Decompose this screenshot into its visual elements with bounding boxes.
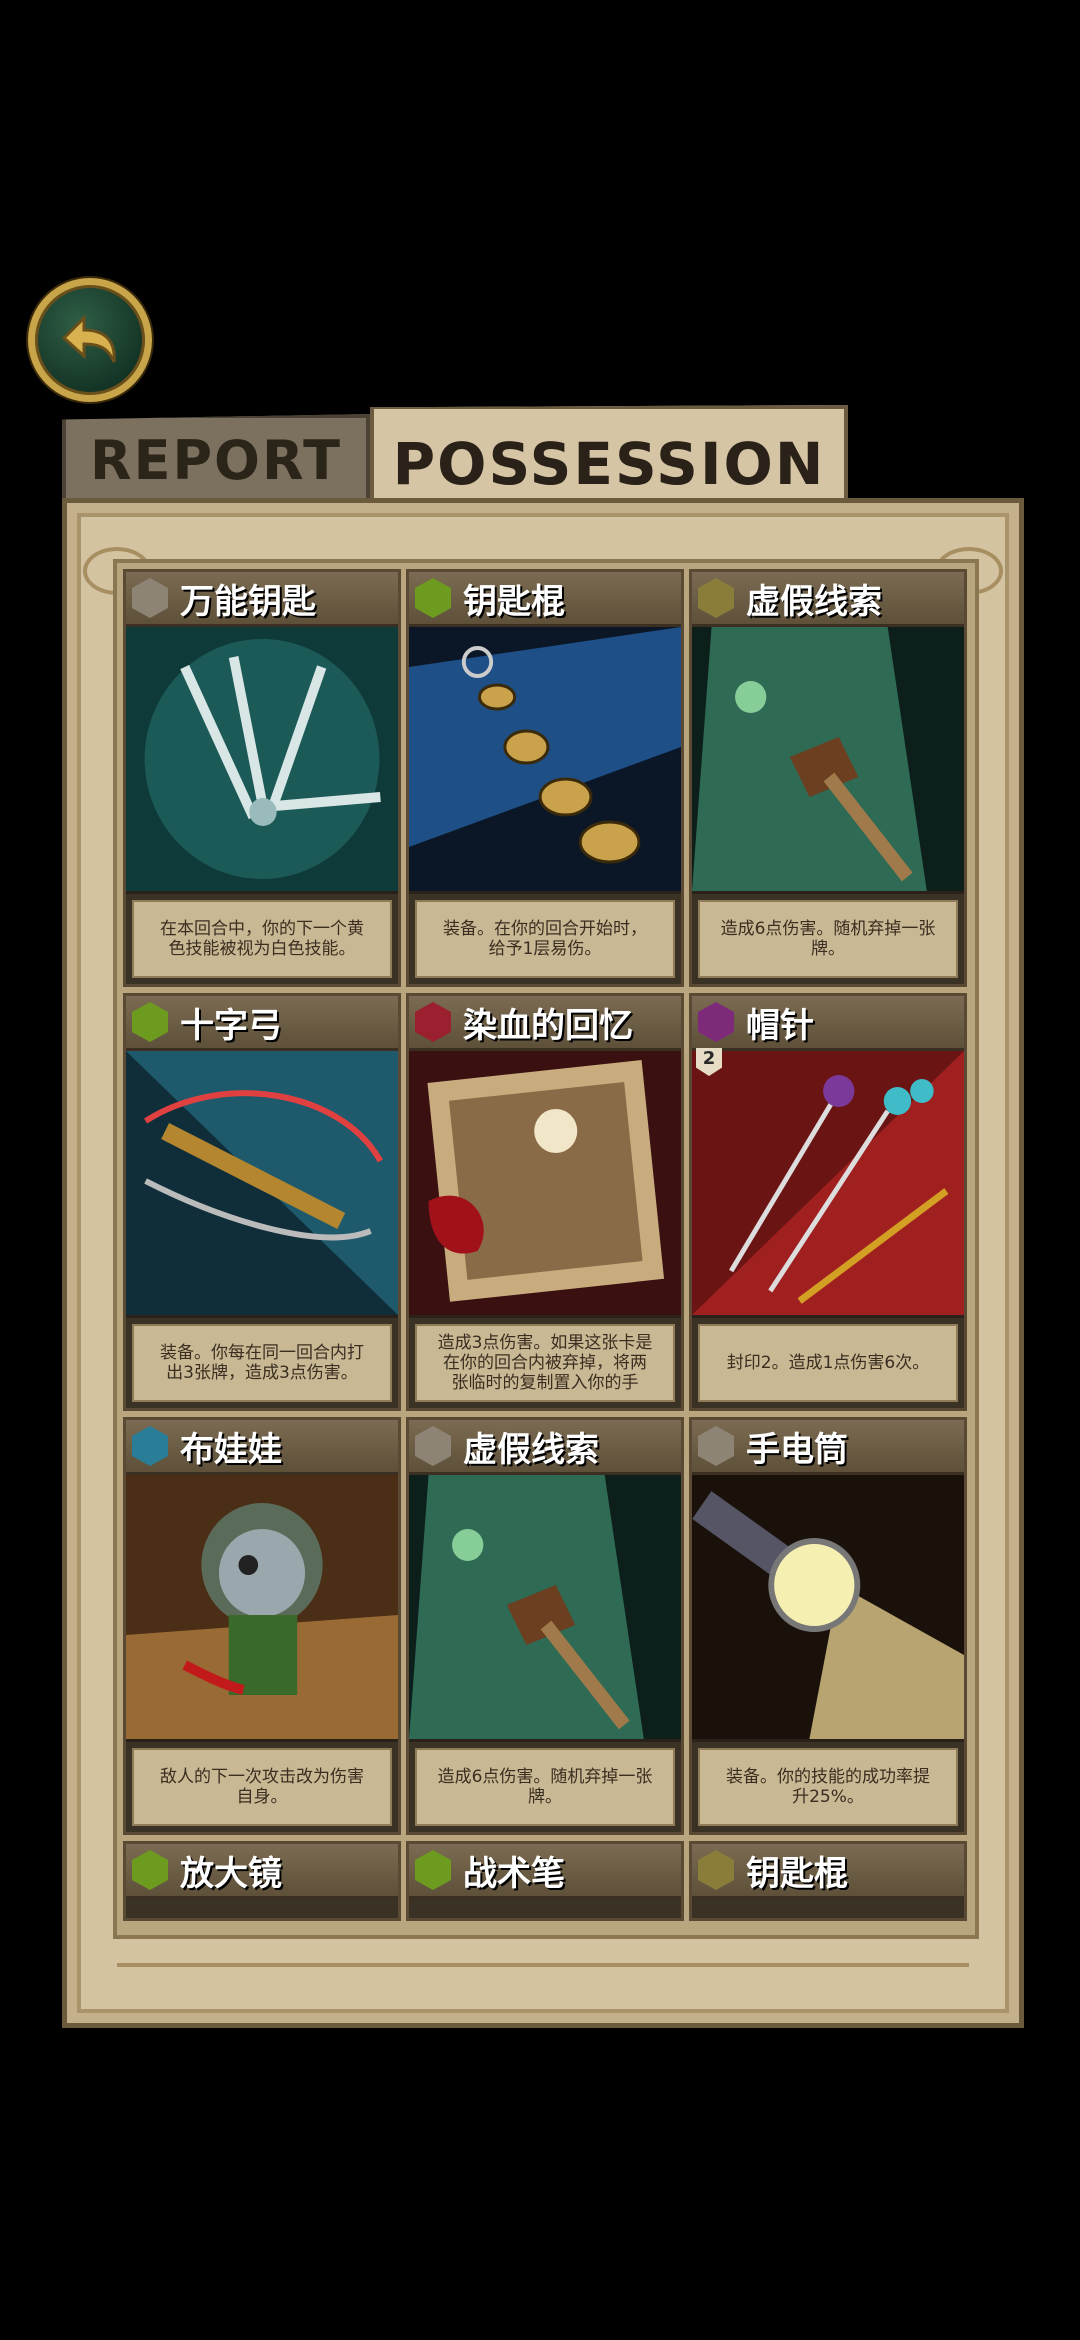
- card-title: 虚假线索: [463, 1429, 599, 1470]
- card-title: 钥匙棍: [463, 581, 565, 622]
- card-scroll-area[interactable]: 万能钥匙 在本回合中，你的下一个黄 色技能被视为白色技能。 钥匙棍 装备。在你的回合开…: [113, 559, 979, 1939]
- card-description: 造成6点伤害。随机弃掉一张 牌。: [698, 900, 958, 978]
- rarity-gem-icon: [415, 1426, 451, 1466]
- rarity-gem-icon: [698, 1850, 734, 1890]
- rarity-gem-icon: [415, 578, 451, 618]
- card-item[interactable]: 十字弓装备。你每在同一回合内打 出3张牌，造成3点伤害。: [123, 993, 401, 1411]
- card-item[interactable]: 钥匙棍: [689, 1841, 967, 1921]
- card-title: 放大镜: [180, 1853, 282, 1894]
- card-artwork: [409, 1899, 681, 1909]
- rarity-gem-icon: [698, 578, 734, 618]
- card-header: 虚假线索: [409, 1420, 681, 1475]
- card-title: 手电筒: [746, 1429, 848, 1470]
- card-header: 万能钥匙: [126, 572, 398, 627]
- card-header: 钥匙棍: [409, 572, 681, 627]
- rarity-gem-icon: [415, 1850, 451, 1890]
- back-arrow-icon: [61, 314, 116, 363]
- card-description: 装备。在你的回合开始时， 给予1层易伤。: [415, 900, 675, 978]
- card-title: 战术笔: [463, 1853, 565, 1894]
- card-header: 布娃娃: [126, 1420, 398, 1475]
- rarity-gem-icon: [698, 1002, 734, 1042]
- card-artwork: [409, 1051, 681, 1318]
- card-title: 染血的回忆: [463, 1005, 633, 1046]
- card-header: 染血的回忆: [409, 996, 681, 1051]
- card-item[interactable]: 布娃娃敌人的下一次攻击改为伤害 自身。: [123, 1417, 401, 1835]
- card-description: 造成6点伤害。随机弃掉一张 牌。: [415, 1748, 675, 1826]
- card-item[interactable]: 染血的回忆造成3点伤害。如果这张卡是 在你的回合内被弃掉，将两 张临时的复制置入…: [406, 993, 684, 1411]
- rarity-gem-icon: [132, 578, 168, 618]
- card-description: 敌人的下一次攻击改为伤害 自身。: [132, 1748, 392, 1826]
- card-title: 虚假线索: [746, 581, 882, 622]
- card-header: 手电筒: [692, 1420, 964, 1475]
- card-item[interactable]: 帽针 2 封印2。造成1点伤害6次。: [689, 993, 967, 1411]
- card-description: 封印2。造成1点伤害6次。: [698, 1324, 958, 1402]
- tab-report[interactable]: REPORT: [62, 414, 370, 506]
- card-description: 在本回合中，你的下一个黄 色技能被视为白色技能。: [132, 900, 392, 978]
- card-artwork: [692, 1051, 964, 1318]
- card-artwork: [692, 1899, 964, 1909]
- card-artwork: [409, 627, 681, 894]
- card-header: 虚假线索: [692, 572, 964, 627]
- card-title: 万能钥匙: [180, 581, 316, 622]
- back-button[interactable]: [28, 278, 152, 402]
- card-description: 装备。你每在同一回合内打 出3张牌，造成3点伤害。: [132, 1324, 392, 1402]
- card-title: 帽针: [746, 1005, 814, 1046]
- card-title: 十字弓: [180, 1005, 282, 1046]
- card-item[interactable]: 虚假线索造成6点伤害。随机弃掉一张 牌。: [689, 569, 967, 987]
- card-item[interactable]: 万能钥匙在本回合中，你的下一个黄 色技能被视为白色技能。: [123, 569, 401, 987]
- card-item[interactable]: 战术笔: [406, 1841, 684, 1921]
- card-item[interactable]: 虚假线索造成6点伤害。随机弃掉一张 牌。: [406, 1417, 684, 1835]
- card-header: 放大镜: [126, 1844, 398, 1899]
- card-artwork: [126, 1051, 398, 1318]
- card-item[interactable]: 钥匙棍装备。在你的回合开始时， 给予1层易伤。: [406, 569, 684, 987]
- card-artwork: [126, 1899, 398, 1909]
- rarity-gem-icon: [132, 1426, 168, 1466]
- card-artwork: [409, 1475, 681, 1742]
- card-header: 钥匙棍: [692, 1844, 964, 1899]
- card-item[interactable]: 放大镜: [123, 1841, 401, 1921]
- card-title: 布娃娃: [180, 1429, 282, 1470]
- card-header: 帽针: [692, 996, 964, 1051]
- card-artwork: [126, 1475, 398, 1742]
- card-header: 十字弓: [126, 996, 398, 1051]
- card-header: 战术笔: [409, 1844, 681, 1899]
- card-artwork: [692, 627, 964, 894]
- rarity-gem-icon: [132, 1850, 168, 1890]
- card-description: 造成3点伤害。如果这张卡是 在你的回合内被弃掉，将两 张临时的复制置入你的手: [415, 1324, 675, 1402]
- card-artwork: [126, 627, 398, 894]
- rarity-gem-icon: [132, 1002, 168, 1042]
- card-grid: 万能钥匙 在本回合中，你的下一个黄 色技能被视为白色技能。 钥匙棍 装备。在你的回合开…: [123, 569, 971, 1921]
- possession-panel: 万能钥匙 在本回合中，你的下一个黄 色技能被视为白色技能。 钥匙棍 装备。在你的回合开…: [62, 498, 1024, 2028]
- card-description: 装备。你的技能的成功率提 升25%。: [698, 1748, 958, 1826]
- bottom-ornament: [117, 1963, 969, 2001]
- card-title: 钥匙棍: [746, 1853, 848, 1894]
- card-artwork: [692, 1475, 964, 1742]
- rarity-gem-icon: [698, 1426, 734, 1466]
- rarity-gem-icon: [415, 1002, 451, 1042]
- card-item[interactable]: 手电筒装备。你的技能的成功率提 升25%。: [689, 1417, 967, 1835]
